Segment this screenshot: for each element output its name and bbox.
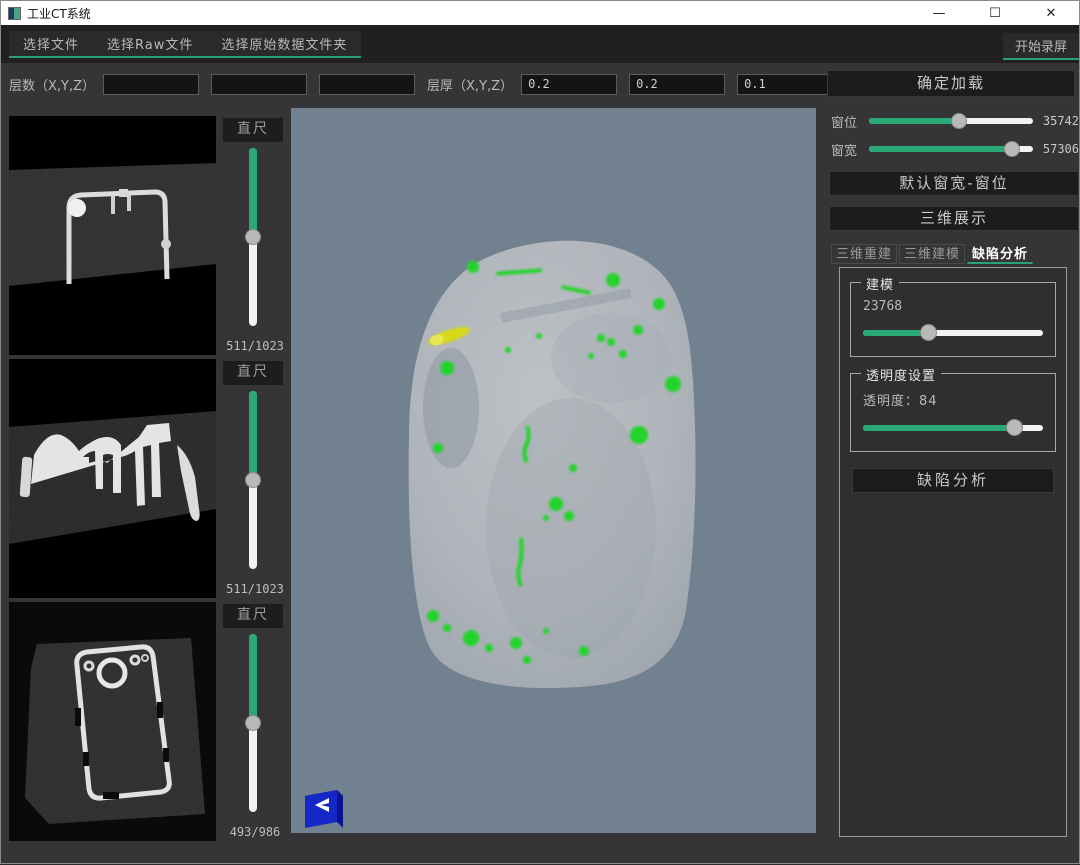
modeling-group-title: 建模 bbox=[861, 274, 899, 293]
slider-handle[interactable] bbox=[245, 715, 261, 731]
ruler-column-middle: 直尺 511/1023 bbox=[219, 359, 291, 598]
display-3d-button[interactable]: 三维展示 bbox=[829, 206, 1079, 231]
tab-3d-modeling[interactable]: 三维建模 bbox=[899, 244, 965, 264]
ruler-label: 直尺 bbox=[223, 604, 283, 628]
slider-handle[interactable] bbox=[245, 229, 261, 245]
tab-defect-analysis[interactable]: 缺陷分析 bbox=[967, 244, 1033, 264]
ruler-label: 直尺 bbox=[223, 361, 283, 385]
opacity-slider[interactable] bbox=[863, 419, 1043, 437]
analysis-tabs: 三维重建 三维建模 缺陷分析 bbox=[831, 244, 1080, 264]
modeling-threshold-value: 23768 bbox=[863, 299, 1043, 314]
slider-handle[interactable] bbox=[1004, 141, 1020, 157]
confirm-load-button[interactable]: 确定加载 bbox=[827, 70, 1075, 97]
ct-slice-image-xy bbox=[9, 116, 216, 355]
layers-label: 层数（X,Y,Z） bbox=[9, 75, 95, 94]
modeling-groupbox: 建模 23768 bbox=[850, 282, 1056, 357]
slice-slider-bottom[interactable] bbox=[245, 634, 261, 812]
window-level-label: 窗位 bbox=[831, 112, 863, 131]
opacity-group-title: 透明度设置 bbox=[861, 365, 941, 384]
opacity-groupbox: 透明度设置 透明度：84 bbox=[850, 373, 1056, 452]
slider-fill bbox=[863, 425, 1014, 431]
minimize-button[interactable]: — bbox=[911, 1, 967, 25]
ct-slice-view-middle[interactable] bbox=[9, 359, 216, 598]
start-recording-button[interactable]: 开始录屏 bbox=[1003, 33, 1079, 60]
tab-3d-reconstruction[interactable]: 三维重建 bbox=[831, 244, 897, 264]
close-button[interactable]: ✕ bbox=[1023, 1, 1079, 25]
slice-index-value: 511/1023 bbox=[219, 339, 291, 353]
file-button-group: 选择文件 选择Raw文件 选择原始数据文件夹 bbox=[9, 31, 361, 58]
ct-slice-image-xz bbox=[9, 359, 216, 598]
window-level-slider[interactable] bbox=[869, 113, 1033, 129]
default-ww-wl-button[interactable]: 默认窗宽-窗位 bbox=[829, 171, 1079, 196]
thickness-z-input[interactable] bbox=[737, 74, 833, 95]
ct-slice-image-yz bbox=[9, 602, 216, 841]
modeling-threshold-slider[interactable] bbox=[863, 324, 1043, 342]
ct-slice-view-bottom[interactable] bbox=[9, 602, 216, 841]
toolbar: 选择文件 选择Raw文件 选择原始数据文件夹 开始录屏 bbox=[1, 25, 1079, 63]
main-area: 直尺 511/1023 直尺 bbox=[1, 105, 1079, 863]
slider-fill bbox=[249, 148, 257, 237]
thickness-y-input[interactable] bbox=[629, 74, 725, 95]
layers-x-input[interactable] bbox=[103, 74, 199, 95]
window-width-row: 窗宽 57306 bbox=[831, 137, 1080, 161]
thickness-label: 层厚（X,Y,Z） bbox=[427, 75, 513, 94]
app-window: 工业CT系统 — ☐ ✕ 选择文件 选择Raw文件 选择原始数据文件夹 开始录屏… bbox=[0, 0, 1080, 864]
ruler-label: 直尺 bbox=[223, 118, 283, 142]
slice-slider-middle[interactable] bbox=[245, 391, 261, 569]
window-width-slider[interactable] bbox=[869, 141, 1033, 157]
slice-slider-top[interactable] bbox=[245, 148, 261, 326]
defect-analysis-button[interactable]: 缺陷分析 bbox=[852, 468, 1054, 493]
slider-handle[interactable] bbox=[951, 113, 967, 129]
thickness-x-input[interactable] bbox=[521, 74, 617, 95]
ruler-column-top: 直尺 511/1023 bbox=[219, 116, 291, 355]
slider-fill bbox=[869, 146, 1012, 152]
slider-handle[interactable] bbox=[920, 324, 937, 341]
orientation-cube-logo bbox=[305, 790, 343, 828]
defect-analysis-tab-content: 建模 23768 透明度设置 透明度：84 bbox=[839, 267, 1067, 837]
parameter-row: 层数（X,Y,Z） 层厚（X,Y,Z） 确定加载 bbox=[1, 63, 1079, 105]
select-raw-file-button[interactable]: 选择Raw文件 bbox=[93, 31, 207, 56]
window-width-value: 57306 bbox=[1039, 142, 1080, 156]
3d-volume-render bbox=[291, 108, 816, 833]
slider-handle[interactable] bbox=[1006, 419, 1023, 436]
right-control-panel: 窗位 35742 窗宽 57306 默认窗宽-窗位 三维展示 bbox=[823, 105, 1080, 865]
maximize-button[interactable]: ☐ bbox=[967, 1, 1023, 25]
slider-handle[interactable] bbox=[245, 472, 261, 488]
select-file-button[interactable]: 选择文件 bbox=[9, 31, 93, 56]
layers-y-input[interactable] bbox=[211, 74, 307, 95]
select-raw-folder-button[interactable]: 选择原始数据文件夹 bbox=[207, 31, 361, 56]
slider-fill bbox=[249, 391, 257, 480]
window-width-label: 窗宽 bbox=[831, 140, 863, 159]
slice-index-value: 493/986 bbox=[219, 825, 291, 839]
3d-viewport[interactable] bbox=[291, 108, 816, 833]
ruler-column-bottom: 直尺 493/986 bbox=[219, 602, 291, 841]
ct-slice-view-top[interactable] bbox=[9, 116, 216, 355]
app-icon bbox=[8, 7, 21, 20]
opacity-value-label: 透明度：84 bbox=[863, 390, 1043, 409]
title-bar: 工业CT系统 — ☐ ✕ bbox=[1, 1, 1079, 25]
slice-index-value: 511/1023 bbox=[219, 582, 291, 596]
slider-fill bbox=[869, 118, 959, 124]
layers-z-input[interactable] bbox=[319, 74, 415, 95]
window-level-row: 窗位 35742 bbox=[831, 109, 1080, 133]
slider-fill bbox=[863, 330, 928, 336]
window-controls: — ☐ ✕ bbox=[911, 1, 1079, 25]
slider-fill bbox=[249, 634, 257, 723]
window-level-value: 35742 bbox=[1039, 114, 1080, 128]
window-title: 工业CT系统 bbox=[27, 5, 91, 22]
